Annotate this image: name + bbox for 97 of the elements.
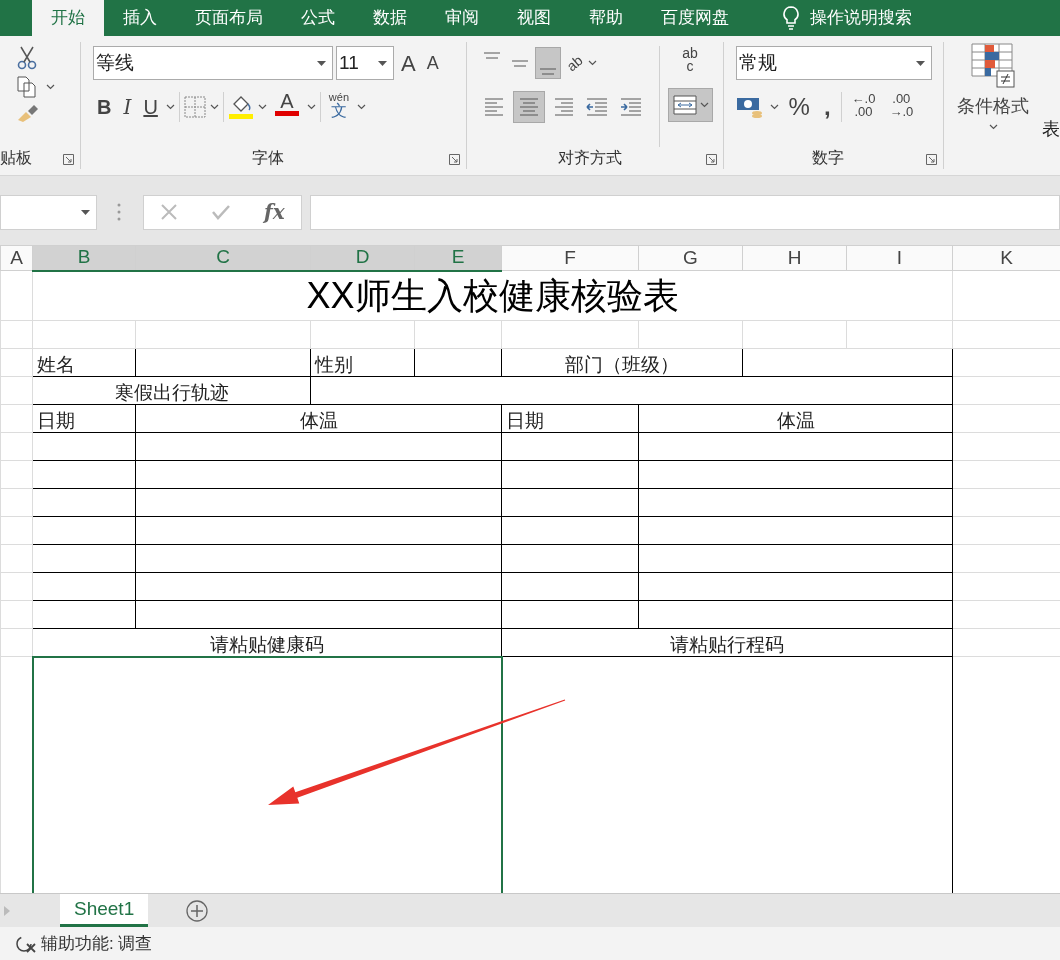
- status-text: 辅助功能: 调查: [41, 932, 153, 955]
- number-format-dropdown[interactable]: 常规: [735, 46, 932, 80]
- column-header[interactable]: K: [952, 245, 1060, 271]
- dialog-launcher-icon[interactable]: [448, 154, 460, 165]
- column-header[interactable]: A: [0, 245, 33, 271]
- dialog-launcher-icon[interactable]: [926, 154, 937, 165]
- table-chart-icon: [971, 43, 1015, 89]
- column-header[interactable]: C: [135, 245, 311, 271]
- lightbulb-icon[interactable]: [782, 6, 800, 30]
- copy-icon[interactable]: [16, 76, 38, 98]
- caret-icon: [357, 104, 367, 110]
- add-sheet-button[interactable]: [186, 900, 209, 922]
- sheet-title: XX师生入校健康核验表: [32, 270, 953, 321]
- caret-icon: [209, 104, 219, 110]
- ribbon-tab[interactable]: 帮助: [570, 0, 642, 36]
- merge-icon: [671, 94, 698, 116]
- group-label: 数字: [811, 148, 846, 168]
- caret-icon: [915, 60, 925, 66]
- ribbon-tab[interactable]: 公式: [282, 0, 354, 36]
- column-header[interactable]: F: [501, 245, 639, 271]
- decrease-font-button[interactable]: A: [422, 47, 443, 79]
- align-middle-icon: [510, 59, 529, 67]
- group-label: 贴板: [0, 148, 33, 168]
- table-cell: 部门（班级）: [501, 348, 743, 377]
- paint-bucket-icon[interactable]: [227, 94, 254, 120]
- table-cell: 日期: [501, 404, 639, 433]
- column-header[interactable]: E: [414, 245, 502, 271]
- table-cell: 请粘贴行程码: [501, 628, 953, 657]
- caret-icon: [165, 104, 175, 110]
- caret-icon: [257, 104, 267, 110]
- ribbon-tab[interactable]: 百度网盘: [642, 0, 748, 36]
- cancel-icon[interactable]: [160, 203, 179, 221]
- caret-icon: [588, 60, 598, 66]
- column-header[interactable]: D: [310, 245, 415, 271]
- italic-button[interactable]: I: [119, 91, 136, 123]
- ribbon-tab[interactable]: 数据: [354, 0, 426, 36]
- formula-input[interactable]: [310, 194, 1060, 230]
- group-label: 对齐方式: [556, 148, 623, 168]
- column-header[interactable]: B: [32, 245, 136, 271]
- underline-button[interactable]: U: [139, 91, 162, 123]
- caret-icon: [317, 60, 327, 66]
- font-size-dropdown[interactable]: 11: [336, 46, 395, 80]
- scroll-left-button[interactable]: [4, 906, 10, 916]
- scissors-icon[interactable]: [16, 46, 38, 70]
- vertical-align-button[interactable]: [534, 47, 561, 79]
- ribbon-tab[interactable]: 开始: [32, 0, 104, 36]
- caret-icon: [769, 104, 779, 110]
- dialog-launcher-icon[interactable]: [705, 154, 717, 165]
- increase-font-button[interactable]: A: [397, 47, 420, 79]
- comma-button[interactable]: ,: [819, 91, 835, 123]
- table-cell: 体温: [135, 404, 502, 433]
- phonetic-button[interactable]: wén 文: [324, 91, 354, 123]
- caret-icon: [699, 102, 709, 108]
- ribbon-tab[interactable]: 审阅: [426, 0, 498, 36]
- align-top-icon: [482, 51, 501, 59]
- sheet-tab[interactable]: Sheet1: [60, 894, 149, 927]
- orientation-button[interactable]: ab: [562, 47, 587, 79]
- increase-decimal-button[interactable]: ←.0 .00: [847, 91, 880, 123]
- border-icon[interactable]: [183, 96, 206, 118]
- table-cell: 日期: [32, 404, 136, 433]
- merge-button[interactable]: [667, 88, 713, 122]
- column-header[interactable]: G: [638, 245, 743, 271]
- ribbon-tab[interactable]: 插入: [104, 0, 176, 36]
- search-hint[interactable]: 操作说明搜索: [810, 0, 912, 36]
- ribbon-label: 表: [1042, 118, 1060, 141]
- column-header[interactable]: H: [742, 245, 847, 271]
- caret-icon: [46, 84, 55, 90]
- conditional-format-button[interactable]: 条件格式: [944, 42, 1042, 175]
- wrap-text-button[interactable]: ab c: [667, 46, 713, 82]
- currency-icon[interactable]: [735, 95, 764, 119]
- caret-icon: [81, 209, 90, 215]
- table-cell: 体温: [638, 404, 953, 433]
- ribbon-tab[interactable]: 页面布局: [176, 0, 282, 36]
- dialog-launcher-icon[interactable]: [63, 154, 75, 165]
- horizontal-align-button[interactable]: [512, 91, 545, 123]
- font-name-dropdown[interactable]: 等线: [93, 46, 334, 80]
- insert-function-button[interactable]: fx: [264, 197, 285, 227]
- ribbon-tab[interactable]: 视图: [498, 0, 570, 36]
- name-box[interactable]: [0, 194, 97, 230]
- caret-icon: [988, 124, 998, 130]
- align-bottom-icon: [538, 67, 557, 75]
- caret-icon: [306, 104, 316, 110]
- table-cell: 姓名: [32, 348, 136, 377]
- table-cell: 性别: [310, 348, 415, 377]
- font-color-button[interactable]: A: [270, 90, 303, 124]
- check-icon[interactable]: [211, 203, 232, 221]
- group-label: 字体: [251, 148, 286, 168]
- percent-button[interactable]: %: [784, 91, 814, 123]
- bold-button[interactable]: B: [93, 91, 116, 123]
- outdent-icon: [584, 96, 609, 118]
- decrease-decimal-button[interactable]: .00 →.0: [885, 91, 918, 123]
- indent-icon: [618, 96, 643, 118]
- column-header[interactable]: I: [846, 245, 953, 271]
- caret-icon: [378, 60, 388, 66]
- grip-icon: [117, 203, 121, 221]
- table-cell: 寒假出行轨迹: [32, 376, 311, 405]
- brush-icon[interactable]: [16, 104, 40, 124]
